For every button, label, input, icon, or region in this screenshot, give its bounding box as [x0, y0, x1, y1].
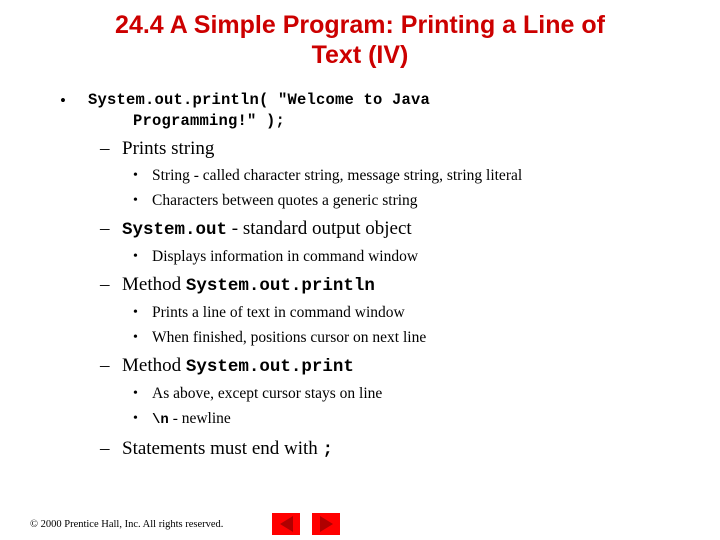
- bullet-level3-text: Displays information in command window: [152, 248, 419, 265]
- bullet-level2-text: System.out - standard output object: [122, 216, 680, 243]
- slide-navigation: [272, 513, 340, 535]
- println-code-line-2: Programming!" );: [133, 112, 286, 130]
- bullet-marker-level2: –: [100, 218, 110, 239]
- slide-title-line-2: Text (IV): [311, 41, 409, 69]
- bullet-marker-level3: •: [133, 411, 138, 426]
- bullet-level1-println-statement: • System.out.println( "Welcome to Java P…: [0, 90, 720, 132]
- triangle-left-icon: [279, 516, 293, 532]
- inline-code-semicolon: ;: [322, 440, 334, 460]
- bullet-level3-newline-escape: • \n - newline: [0, 407, 720, 432]
- inline-text-standard-output: - standard output object: [227, 218, 412, 239]
- inline-text-method: Method: [122, 355, 186, 376]
- triangle-right-icon: [319, 516, 333, 532]
- inline-text-statements: Statements must end with: [122, 438, 323, 459]
- println-code-line-1: System.out.println( "Welcome to Java: [88, 91, 431, 109]
- bullet-level2-method-println: – Method System.out.println: [0, 272, 720, 299]
- bullet-marker-level3: •: [133, 249, 138, 264]
- bullet-level3-text: Characters between quotes a generic stri…: [152, 192, 418, 209]
- bullet-level3-text: Prints a line of text in command window: [152, 304, 405, 321]
- bullet-level3-as-above: • As above, except cursor stays on line: [0, 382, 720, 405]
- bullet-level3-when-finished: • When finished, positions cursor on nex…: [0, 326, 720, 349]
- bullet-marker-level3: •: [133, 330, 138, 345]
- slide-title-line-1: 24.4 A Simple Program: Printing a Line o…: [115, 11, 605, 39]
- bullet-level3-text: \n - newline: [152, 407, 680, 432]
- bullet-level2-system-out-object: – System.out - standard output object: [0, 216, 720, 243]
- next-slide-button[interactable]: [312, 513, 340, 535]
- bullet-level2-statements-end-semicolon: – Statements must end with ;: [0, 436, 720, 463]
- slide-title: 24.4 A Simple Program: Printing a Line o…: [60, 10, 660, 70]
- bullet-level2-text: Prints string: [122, 138, 215, 159]
- bullet-level2-method-print: – Method System.out.print: [0, 353, 720, 380]
- bullet-level2-prints-string: – Prints string: [0, 136, 720, 162]
- bullet-level3-displays-information: • Displays information in command window: [0, 245, 720, 268]
- inline-code-system-out-println: System.out.println: [185, 276, 375, 296]
- bullet-level3-prints-line-of-text: • Prints a line of text in command windo…: [0, 301, 720, 324]
- bullet-level2-text: Statements must end with ;: [122, 436, 680, 463]
- slide: 24.4 A Simple Program: Printing a Line o…: [0, 0, 720, 540]
- bullet-level3-string-called: • String - called character string, mess…: [0, 164, 720, 187]
- bullet-level3-text: String - called character string, messag…: [152, 167, 523, 184]
- inline-text-newline: - newline: [168, 410, 231, 427]
- bullet-level3-characters-between-quotes: • Characters between quotes a generic st…: [0, 189, 720, 212]
- bullet-marker-level3: •: [133, 193, 138, 208]
- bullet-marker-level2: –: [100, 274, 110, 295]
- bullet-marker-level3: •: [133, 305, 138, 320]
- bullet-level2-text: Method System.out.print: [122, 353, 680, 380]
- bullet-level2-text: Method System.out.println: [122, 272, 680, 299]
- slide-body: • System.out.println( "Welcome to Java P…: [0, 90, 720, 463]
- bullet-level3-text: When finished, positions cursor on next …: [152, 329, 427, 346]
- copyright-notice: © 2000 Prentice Hall, Inc. All rights re…: [30, 519, 224, 530]
- inline-code-system-out: System.out: [122, 220, 228, 240]
- inline-text-method: Method: [122, 274, 186, 295]
- bullet-marker-level3: •: [133, 386, 138, 401]
- bullet-marker-level3: •: [133, 168, 138, 183]
- bullet-marker-level2: –: [100, 355, 110, 376]
- bullet-marker-level2: –: [100, 138, 110, 159]
- bullet-marker-level1: •: [60, 91, 66, 110]
- inline-code-system-out-print: System.out.print: [185, 357, 354, 377]
- previous-slide-button[interactable]: [272, 513, 300, 535]
- inline-code-newline-escape: \n: [152, 412, 169, 428]
- bullet-marker-level2: –: [100, 438, 110, 459]
- bullet-level1-text: System.out.println( "Welcome to Java Pro…: [88, 90, 630, 132]
- bullet-level3-text: As above, except cursor stays on line: [152, 385, 383, 402]
